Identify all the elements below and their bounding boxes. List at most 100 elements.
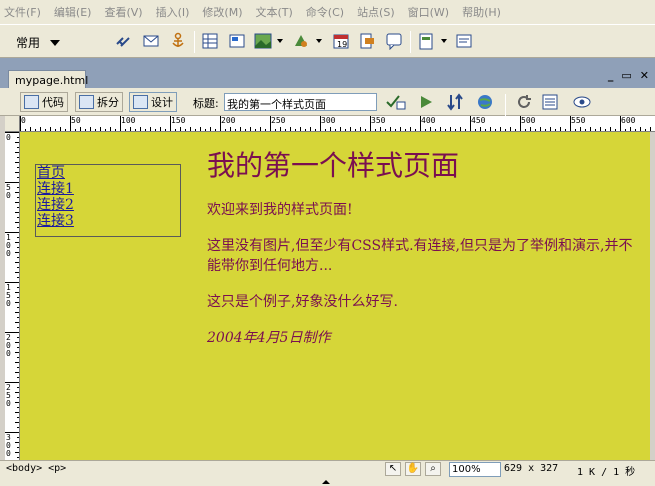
insert-category-dropdown[interactable]: 常用 (16, 34, 61, 51)
ruler-origin[interactable] (5, 116, 20, 131)
comment-icon[interactable] (385, 32, 403, 51)
nav-link-2[interactable]: 连接2 (37, 197, 180, 213)
title-label: 标题: (193, 97, 219, 110)
menu-modify[interactable]: 修改(M) (202, 4, 242, 20)
ruler-label: 2 5 0 (6, 383, 11, 408)
ruler-label: 3 0 0 (6, 433, 11, 458)
paragraph: 欢迎来到我的样式页面! (207, 202, 353, 218)
ruler-tick (20, 116, 21, 131)
ruler-label: 1 0 0 (6, 233, 11, 258)
date-icon[interactable]: 19 (332, 32, 350, 50)
zoom-select[interactable]: 100% (449, 462, 501, 477)
ruler-label: 350 (371, 116, 386, 125)
document-tab[interactable]: mypage.html (8, 70, 88, 89)
bottom-bar (0, 478, 655, 486)
view-options-icon[interactable] (541, 93, 559, 111)
ruler-label: 400 (421, 116, 436, 125)
ruler-tick (220, 116, 221, 131)
window-size[interactable]: 629 x 327 (504, 463, 558, 474)
ruler-label: 150 (171, 116, 186, 125)
menu-commands[interactable]: 命令(C) (306, 4, 344, 20)
ruler-label: 500 (521, 116, 536, 125)
design-view-button[interactable]: 设计 (129, 92, 177, 112)
ruler-tick (170, 116, 171, 131)
table-icon[interactable] (201, 32, 219, 50)
ruler-tick (570, 116, 571, 131)
named-anchor-icon[interactable] (169, 32, 187, 50)
paragraph: 这里没有图片,但至少有CSS样式.有连接,但只是为了举例和演示,并不能带你到任何… (207, 238, 633, 274)
ruler-tick (620, 116, 621, 131)
download-size: 1 K / 1 秒 (577, 467, 636, 478)
preview-in-browser-icon[interactable] (476, 93, 494, 111)
split-view-button[interactable]: 拆分 (75, 92, 123, 112)
file-management-icon[interactable] (446, 93, 464, 111)
menu-text[interactable]: 文本(T) (255, 4, 292, 20)
template-icon[interactable] (418, 32, 436, 50)
code-view-button[interactable]: 代码 (20, 92, 68, 112)
menu-file[interactable]: 文件(F) (4, 4, 41, 20)
window-controls: _ ▭ ✕ (608, 69, 649, 82)
document-tab-row: mypage.html _ ▭ ✕ (0, 66, 655, 89)
ruler-tick (5, 382, 19, 383)
ruler-tick (5, 232, 19, 233)
minimize-icon[interactable]: _ (608, 69, 614, 82)
right-border (650, 132, 655, 460)
browser-check-icon[interactable] (385, 93, 406, 111)
menu-edit[interactable]: 编辑(E) (54, 4, 92, 20)
image-icon[interactable] (254, 32, 272, 50)
media-dropdown-icon[interactable] (316, 39, 322, 43)
restore-icon[interactable]: ▭ (621, 69, 631, 82)
vertical-ruler[interactable]: 0 5 0 1 0 0 1 5 0 2 0 0 2 5 0 3 0 0 (5, 132, 20, 460)
tag-selector[interactable]: <body> <p> (6, 463, 66, 474)
ruler-label: 100 (121, 116, 136, 125)
hyperlink-icon[interactable] (114, 32, 132, 50)
tag-chooser-icon[interactable] (455, 32, 473, 50)
ruler-tick (5, 282, 19, 283)
nav-link-3[interactable]: 连接3 (37, 213, 180, 229)
menu-site[interactable]: 站点(S) (357, 4, 395, 20)
ruler-label: 600 (621, 116, 636, 125)
visual-aids-icon[interactable] (572, 93, 591, 111)
nav-box: 首页 连接1 连接2 连接3 (35, 164, 181, 237)
close-icon[interactable]: ✕ (640, 69, 649, 82)
email-link-icon[interactable] (142, 32, 160, 50)
ruler-label: 2 0 0 (6, 333, 11, 358)
ruler-label: 200 (221, 116, 236, 125)
document-toolbar: 代码 拆分 设计 标题: 我的第一个样式页面 (0, 88, 655, 116)
expand-panel-icon[interactable] (322, 480, 330, 484)
page-heading: 我的第一个样式页面 (207, 149, 460, 182)
validate-icon[interactable] (418, 93, 436, 111)
status-tools: ↖ ✋ ⌕ (385, 462, 441, 476)
code-view-label: 代码 (42, 96, 64, 109)
server-side-include-icon[interactable] (358, 32, 376, 50)
nav-link-1[interactable]: 连接1 (37, 181, 180, 197)
nav-link-home[interactable]: 首页 (37, 165, 180, 181)
zoom-tool-icon[interactable]: ⌕ (425, 462, 441, 476)
ruler-tick (420, 116, 421, 131)
status-bar: <body> <p> ↖ ✋ ⌕ 100% 629 x 327 1 K / 1 … (0, 460, 655, 478)
design-canvas[interactable]: 首页 连接1 连接2 连接3 我的第一个样式页面 欢迎来到我的样式页面! 这里没… (20, 132, 650, 460)
template-dropdown-icon[interactable] (441, 39, 447, 43)
menu-view[interactable]: 查看(V) (104, 4, 142, 20)
ruler-tick (370, 116, 371, 131)
menu-bar: 文件(F) 编辑(E) 查看(V) 插入(I) 修改(M) 文本(T) 命令(C… (0, 0, 655, 24)
refresh-icon[interactable] (515, 93, 533, 111)
menu-insert[interactable]: 插入(I) (156, 4, 190, 20)
paragraph: 这只是个例子,好象没什么好写. (207, 294, 398, 310)
insert-toolbar: 常用 19 (0, 24, 655, 58)
select-tool-icon[interactable]: ↖ (385, 462, 401, 476)
layer-icon[interactable] (228, 32, 246, 50)
hand-tool-icon[interactable]: ✋ (405, 462, 421, 476)
horizontal-ruler[interactable]: 0 50 100 150 200 250 300 350 400 450 500… (5, 116, 655, 132)
ruler-tick (5, 332, 19, 333)
menu-window[interactable]: 窗口(W) (408, 4, 449, 20)
ruler-tick (520, 116, 521, 131)
menu-help[interactable]: 帮助(H) (462, 4, 501, 20)
image-dropdown-icon[interactable] (277, 39, 283, 43)
media-icon[interactable] (292, 32, 310, 50)
ruler-tick (120, 116, 121, 131)
ruler-tick (470, 116, 471, 131)
code-view-icon (24, 95, 39, 109)
title-input[interactable]: 我的第一个样式页面 (224, 93, 377, 111)
main-content: 我的第一个样式页面 欢迎来到我的样式页面! 这里没有图片,但至少有CSS样式.有… (207, 148, 637, 364)
